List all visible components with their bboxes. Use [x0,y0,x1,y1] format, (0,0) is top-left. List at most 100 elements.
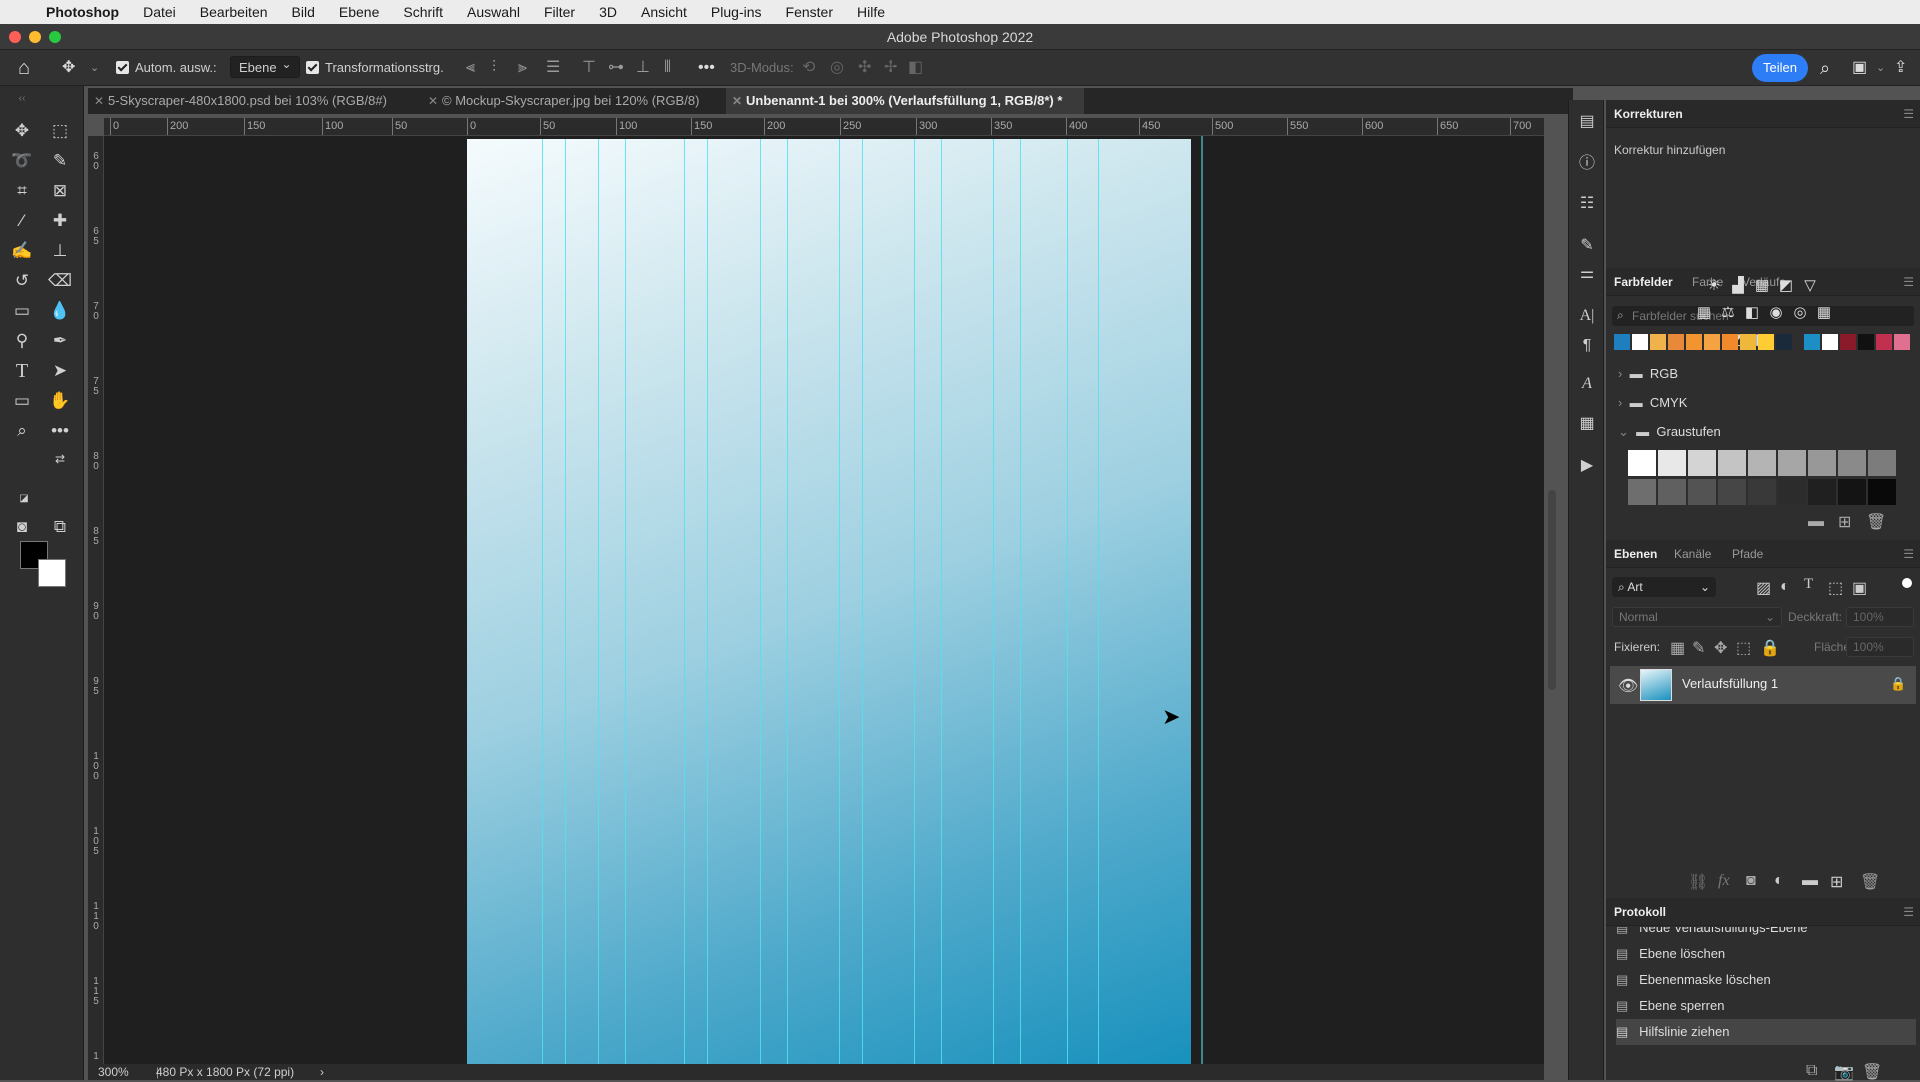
3d-slide-icon[interactable]: ✢ [884,50,897,86]
guide-line[interactable] [993,139,994,1064]
filter-smartobject-icon[interactable]: ▣ [1852,578,1867,598]
tab-unbenannt-1[interactable]: ✕ Unbenannt-1 bei 300% (Verlaufsfüllung 1… [726,88,1084,114]
move-tool-icon[interactable]: ✥ [62,50,75,86]
color-swatch[interactable] [1686,334,1702,350]
hue-saturation-icon[interactable]: ▦ [1694,303,1714,321]
gray-swatch[interactable] [1748,479,1776,505]
clone-stamp-tool-icon[interactable]: ⊥ [46,238,74,264]
color-swatch[interactable] [1776,334,1792,350]
swap-colors-icon[interactable]: ⇄ [46,446,74,472]
new-document-from-state-icon[interactable]: ⧉ [1806,1062,1817,1080]
gray-swatch[interactable] [1628,450,1656,476]
link-layers-icon[interactable]: ⛓ [1688,872,1708,892]
fx-icon[interactable]: fx [1718,872,1730,890]
panel-menu-icon[interactable]: ☰ [1903,898,1914,926]
menu-schrift[interactable]: Schrift [403,4,443,20]
add-mask-icon[interactable]: ◙ [1746,872,1756,890]
gray-swatch[interactable] [1868,479,1896,505]
new-group-icon[interactable]: ▬ [1802,872,1818,890]
gradient-tool-icon[interactable]: ▭ [8,298,36,324]
gray-swatch[interactable] [1658,450,1686,476]
color-lookup-icon[interactable]: ▦ [1814,303,1834,321]
delete-state-icon[interactable]: 🗑 [1862,1062,1882,1082]
workspace-chevron-icon[interactable]: ⌄ [1876,50,1885,86]
levels-icon[interactable]: ▟ [1728,276,1748,294]
guide-line[interactable] [684,139,685,1064]
search-icon[interactable]: ⌕ [1820,50,1830,86]
healing-brush-tool-icon[interactable]: ✚ [46,208,74,234]
transform-controls-checkbox[interactable]: Transformationsstrg. [306,50,444,86]
menu-3d[interactable]: 3D [599,4,617,20]
guide-line[interactable] [914,139,915,1064]
menu-hilfe[interactable]: Hilfe [857,4,885,20]
layer-filter-dropdown[interactable]: ⌕ Art ⌄ [1612,577,1716,597]
history-item[interactable]: ▤ Ebene sperren [1616,993,1916,1019]
3d-roll-icon[interactable]: ◎ [830,50,844,86]
distribute-vertical-icon[interactable]: ⦀ [664,50,671,86]
home-icon[interactable]: ⌂ [18,50,30,86]
layer-name[interactable]: Verlaufsfüllung 1 [1682,676,1778,691]
swatch-group-rgb[interactable]: › ▬ RGB [1618,366,1678,381]
menu-filter[interactable]: Filter [544,4,575,20]
quick-selection-tool-icon[interactable]: ✎ [46,148,74,174]
document-canvas[interactable] [467,139,1191,1064]
guide-line[interactable] [862,139,863,1064]
filter-shape-icon[interactable]: ⬚ [1828,578,1843,598]
tab-korrekturen[interactable]: Korrekturen [1614,100,1683,128]
lock-pixels-icon[interactable]: ✎ [1692,638,1705,658]
quick-mask-icon[interactable]: ◙ [8,514,36,540]
history-item[interactable]: ▤ Ebene löschen [1616,941,1916,967]
guide-line[interactable] [787,139,788,1064]
gray-swatch[interactable] [1718,479,1746,505]
more-tools-icon[interactable]: ••• [46,418,74,444]
history-item[interactable]: ▤ Ebenenmaske löschen [1616,967,1916,993]
default-colors-icon[interactable]: ◪ [10,486,38,512]
gray-swatch[interactable] [1838,479,1866,505]
dodge-tool-icon[interactable]: ⚲ [8,328,36,354]
color-swatch[interactable] [1858,334,1874,350]
auto-select-checkbox[interactable]: Autom. ausw.: [116,50,217,86]
menu-datei[interactable]: Datei [143,4,176,20]
menu-ebene[interactable]: Ebene [339,4,379,20]
color-balance-icon[interactable]: ⚖ [1718,303,1738,321]
zoom-level[interactable]: 300% [98,1064,129,1080]
info-icon[interactable]: ⓘ [1575,152,1599,176]
collapse-icon[interactable]: ‹‹ [8,86,36,112]
guide-line[interactable] [760,139,761,1064]
delete-layer-icon[interactable]: 🗑 [1860,872,1880,892]
gray-swatch[interactable] [1628,479,1656,505]
3d-orbit-icon[interactable]: ⟲ [802,50,815,86]
gray-swatch[interactable] [1688,450,1716,476]
tab-pfade[interactable]: Pfade [1732,540,1763,568]
type-tool-icon[interactable]: T [8,358,36,384]
filter-type-icon[interactable]: T [1804,576,1813,593]
lock-transparency-icon[interactable]: ▦ [1670,638,1685,658]
lasso-tool-icon[interactable]: ➰ [8,148,36,174]
menu-app[interactable]: Photoshop [46,4,119,20]
exposure-icon[interactable]: ◩ [1776,276,1796,294]
menu-bearbeiten[interactable]: Bearbeiten [200,4,268,20]
swatch-group-graustufen[interactable]: ⌄ ▬ Graustufen [1618,424,1721,440]
color-swatch[interactable] [1614,334,1630,350]
swatch-group-cmyk[interactable]: › ▬ CMYK [1618,395,1687,410]
guide-line[interactable] [707,139,708,1064]
filter-pixel-icon[interactable]: ▨ [1756,578,1771,598]
new-layer-icon[interactable]: ⊞ [1830,872,1843,892]
eyedropper-tool-icon[interactable]: ⁄ [8,208,36,234]
libraries-icon[interactable]: ▦ [1575,412,1599,436]
tab-protokoll[interactable]: Protokoll [1614,898,1666,926]
menu-bild[interactable]: Bild [292,4,315,20]
gray-swatch[interactable] [1778,450,1806,476]
blur-tool-icon[interactable]: 💧 [46,298,74,324]
workspace-icon[interactable]: ▣ [1852,50,1867,86]
menu-ansicht[interactable]: Ansicht [641,4,687,20]
layer-row[interactable]: 👁 Verlaufsfüllung 1 🔒 [1610,666,1916,704]
align-middle-icon[interactable]: ⊶ [608,50,624,86]
filter-adjustment-icon[interactable]: ◐ [1780,578,1790,596]
color-swatch[interactable] [1632,334,1648,350]
align-right-icon[interactable]: ⫸ [518,50,527,86]
lock-artboard-icon[interactable]: ⬚ [1736,638,1751,658]
blend-mode-dropdown[interactable]: Normal ⌄ [1612,607,1782,627]
color-swatch[interactable] [1758,334,1774,350]
zoom-window-button[interactable] [49,31,61,43]
